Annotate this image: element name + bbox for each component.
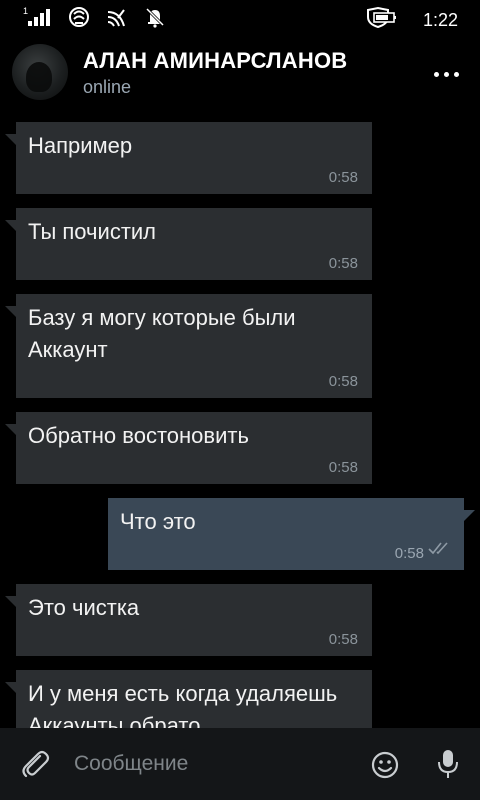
more-dot-icon <box>443 71 449 77</box>
message-text: Обратно востоновить <box>28 423 249 448</box>
message-time: 0:58 <box>328 631 358 648</box>
message-time: 0:58 <box>394 545 424 562</box>
message-text: Что это <box>120 509 196 534</box>
message-time: 0:58 <box>328 373 358 390</box>
message-text: И у меня есть когда удаляешь Аккаунты об… <box>28 681 338 728</box>
clock-time: 1:22 <box>422 9 458 30</box>
contact-status: online <box>83 77 132 97</box>
message-time: 0:58 <box>328 255 358 272</box>
message-bubble-incoming[interactable]: Обратно востоновить 0:58 <box>5 412 372 484</box>
signal-sim-label: 1 <box>23 6 28 16</box>
battery-saver-icon <box>365 6 399 33</box>
contact-name[interactable]: АЛАН АМИНАРСЛАНОВ <box>83 48 347 74</box>
wifi-icon <box>106 6 128 33</box>
message-bubble-incoming[interactable]: Ты почистил 0:58 <box>5 208 372 280</box>
silent-mode-icon <box>144 6 166 33</box>
message-bubble-incoming[interactable]: Например 0:58 <box>5 122 372 194</box>
more-options-button[interactable] <box>426 62 466 86</box>
status-bar: 1 1:22 <box>0 0 480 34</box>
message-time: 0:58 <box>328 459 358 476</box>
data-sync-icon <box>68 6 90 33</box>
message-text: Базу я могу которые были Аккаунт <box>28 305 296 362</box>
message-bubble-incoming[interactable]: Базу я могу которые были Аккаунт 0:58 <box>5 294 372 398</box>
message-text: Например <box>28 133 133 158</box>
microphone-icon[interactable] <box>436 748 460 785</box>
message-input[interactable] <box>72 748 356 780</box>
compose-bar <box>0 728 480 800</box>
message-time: 0:58 <box>328 169 358 186</box>
message-bubble-incoming[interactable]: И у меня есть когда удаляешь Аккаунты об… <box>5 670 372 728</box>
message-bubble-outgoing[interactable]: Что это 0:58 <box>108 498 475 570</box>
message-text: Это чистка <box>28 595 140 620</box>
message-bubble-incoming[interactable]: Это чистка 0:58 <box>5 584 372 656</box>
contact-avatar[interactable] <box>12 44 68 100</box>
more-dot-icon <box>433 71 439 77</box>
double-check-read-icon <box>428 541 452 560</box>
signal-strength-icon: 1 <box>22 6 52 33</box>
more-dot-icon <box>453 71 459 77</box>
paperclip-icon[interactable] <box>20 748 50 785</box>
chat-header: АЛАН АМИНАРСЛАНОВ online <box>0 40 480 112</box>
message-text: Ты почистил <box>28 219 157 244</box>
message-list[interactable]: Например 0:58 Ты почистил 0:58 Базу я мо… <box>0 112 480 728</box>
emoji-icon[interactable] <box>370 750 400 785</box>
